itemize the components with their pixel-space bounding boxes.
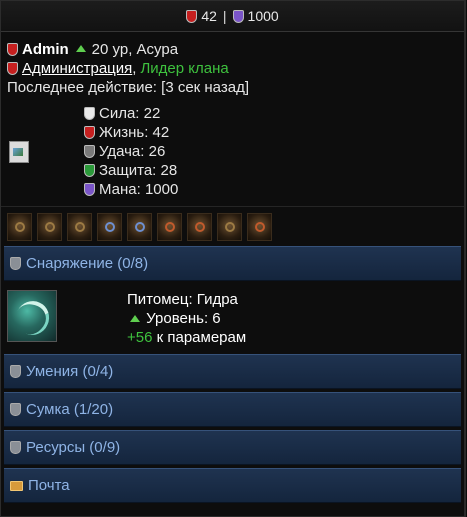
bag-section[interactable]: Сумка (1/20)	[4, 392, 461, 427]
stat-defense: Защита: 28	[84, 161, 178, 180]
resources-icon	[10, 441, 21, 454]
item-slot-icon[interactable]	[187, 213, 212, 241]
admin-icon	[7, 62, 18, 75]
last-action: Последнее действие: [3 сек назад]	[7, 79, 249, 96]
stats-block: Сила: 22 Жизнь: 42 Удача: 26 Защита: 28 …	[7, 104, 458, 199]
item-slot-icon[interactable]	[37, 213, 62, 241]
stat-label: Мана: 1000	[99, 181, 179, 198]
pet-level-line: Уровень: 6	[127, 309, 246, 328]
strength-icon	[84, 107, 95, 120]
resources-section[interactable]: Ресурсы (0/9)	[4, 430, 461, 465]
stat-health: Жизнь: 42	[84, 123, 178, 142]
equipment-icon	[10, 257, 21, 270]
bonus-value: +56	[127, 329, 153, 346]
mana-icon	[232, 9, 244, 23]
stats-list: Сила: 22 Жизнь: 42 Удача: 26 Защита: 28 …	[84, 104, 178, 199]
role-line: Администрация, Лидер клана	[7, 59, 458, 78]
item-slot-icon[interactable]	[217, 213, 242, 241]
stat-label: Жизнь: 42	[99, 124, 170, 141]
item-slot-icon[interactable]	[7, 213, 32, 241]
stat-strength: Сила: 22	[84, 104, 178, 123]
luck-icon	[84, 145, 95, 158]
section-label: Умения (0/4)	[26, 363, 114, 380]
skills-icon	[10, 365, 21, 378]
mana-icon	[84, 183, 95, 196]
item-slot-icon[interactable]	[67, 213, 92, 241]
level-text: 20 ур, Асура	[91, 41, 179, 58]
pet-info: Питомец: Гидра Уровень: 6 +56 к парамера…	[127, 290, 246, 347]
profile-window: 42 | 1000 Admin 20 ур, Асура Администрац…	[0, 0, 466, 517]
skills-section[interactable]: Умения (0/4)	[4, 354, 461, 389]
mail-section[interactable]: Почта	[4, 468, 461, 503]
stat-label: Сила: 22	[99, 105, 161, 122]
stat-label: Защита: 28	[99, 162, 178, 179]
pet-image[interactable]	[7, 290, 57, 342]
level-up-icon	[75, 45, 86, 52]
resource-bar: 42 | 1000	[1, 1, 464, 32]
defense-icon	[84, 164, 95, 177]
mail-icon	[10, 480, 23, 491]
item-slot-icon[interactable]	[97, 213, 122, 241]
mana-value: 1000	[247, 8, 279, 24]
stat-mana: Мана: 1000	[84, 180, 178, 199]
player-icon	[7, 43, 18, 56]
clan-rank: Лидер клана	[140, 60, 229, 77]
health-value: 42	[201, 8, 217, 24]
section-label: Почта	[28, 477, 70, 494]
avatar[interactable]	[9, 140, 29, 163]
profile-info: Admin 20 ур, Асура Администрация, Лидер …	[1, 32, 464, 199]
item-slot-icon[interactable]	[247, 213, 272, 241]
equipment-section[interactable]: Снаряжение (0/8)	[4, 246, 461, 281]
player-name[interactable]: Admin	[22, 40, 69, 59]
stat-label: Удача: 26	[99, 143, 166, 160]
bag-icon	[10, 403, 21, 416]
separator: |	[222, 8, 227, 24]
health-icon	[186, 9, 198, 23]
level-up-icon	[130, 315, 140, 322]
stat-luck: Удача: 26	[84, 142, 178, 161]
pet-title: Питомец: Гидра	[127, 291, 238, 308]
section-label: Снаряжение (0/8)	[26, 255, 149, 272]
name-line: Admin 20 ур, Асура	[7, 40, 458, 59]
item-slot-icon[interactable]	[127, 213, 152, 241]
bonus-text: к парамерам	[156, 329, 247, 346]
section-label: Сумка (1/20)	[26, 401, 114, 418]
pet-bonus: +56 к парамерам	[127, 328, 246, 347]
section-label: Ресурсы (0/9)	[26, 439, 121, 456]
item-slot-icon[interactable]	[157, 213, 182, 241]
pet-block: Питомец: Гидра Уровень: 6 +56 к парамера…	[1, 284, 464, 351]
equipment-icons	[1, 206, 464, 246]
role-comma: ,	[132, 60, 137, 77]
pet-level: Уровень: 6	[146, 310, 221, 327]
role-link[interactable]: Администрация	[22, 59, 132, 78]
health-icon	[84, 126, 95, 139]
